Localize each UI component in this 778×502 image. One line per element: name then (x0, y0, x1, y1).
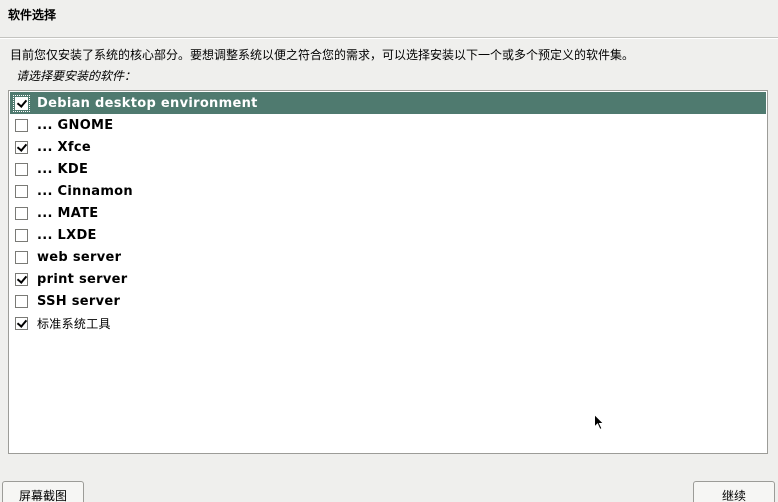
task-label: ... LXDE (37, 227, 97, 243)
checkbox-icon[interactable] (15, 162, 28, 176)
task-row-debian-desktop[interactable]: Debian desktop environment (10, 92, 766, 114)
task-label: 标准系统工具 (37, 316, 111, 331)
task-label: web server (37, 249, 122, 265)
task-row-gnome[interactable]: ... GNOME (10, 114, 766, 136)
task-row-lxde[interactable]: ... LXDE (10, 224, 766, 246)
task-row-mate[interactable]: ... MATE (10, 202, 766, 224)
task-label: SSH server (37, 293, 121, 309)
checkbox-icon[interactable] (13, 94, 30, 112)
checkbox-icon[interactable] (15, 250, 28, 264)
task-row-cinnamon[interactable]: ... Cinnamon (10, 180, 766, 202)
task-row-print-server[interactable]: print server (10, 268, 766, 290)
screenshot-button[interactable]: 屏幕截图 (2, 481, 84, 502)
checkbox-icon[interactable] (15, 184, 28, 198)
task-label: ... KDE (37, 161, 89, 177)
checkbox-icon[interactable] (15, 206, 28, 220)
description-text: 目前您仅安装了系统的核心部分。要想调整系统以便之符合您的需求，可以选择安装以下一… (10, 48, 635, 62)
checkbox-icon[interactable] (15, 272, 28, 286)
task-label: ... Cinnamon (37, 183, 133, 199)
mouse-pointer-icon (594, 414, 604, 431)
checkbox-icon[interactable] (15, 228, 28, 242)
checkbox-icon[interactable] (15, 140, 28, 154)
task-row-ssh-server[interactable]: SSH server (10, 290, 766, 312)
software-task-list[interactable]: Debian desktop environment ... GNOME ...… (8, 90, 768, 454)
header-divider (0, 37, 778, 39)
task-label: Debian desktop environment (37, 95, 258, 111)
installer-window: 软件选择 目前您仅安装了系统的核心部分。要想调整系统以便之符合您的需求，可以选择… (0, 0, 778, 502)
task-row-standard-tools[interactable]: 标准系统工具 (10, 312, 766, 334)
task-row-web-server[interactable]: web server (10, 246, 766, 268)
task-label: ... Xfce (37, 139, 91, 155)
page-title: 软件选择 (8, 8, 57, 22)
task-label: ... MATE (37, 205, 99, 221)
task-label: print server (37, 271, 128, 287)
task-row-kde[interactable]: ... KDE (10, 158, 766, 180)
task-row-xfce[interactable]: ... Xfce (10, 136, 766, 158)
checkbox-icon[interactable] (15, 316, 28, 330)
selection-prompt: 请选择要安装的软件： (16, 69, 137, 83)
task-label: ... GNOME (37, 117, 114, 133)
continue-button[interactable]: 继续 (693, 481, 775, 502)
checkbox-icon[interactable] (15, 294, 28, 308)
checkbox-icon[interactable] (15, 118, 28, 132)
